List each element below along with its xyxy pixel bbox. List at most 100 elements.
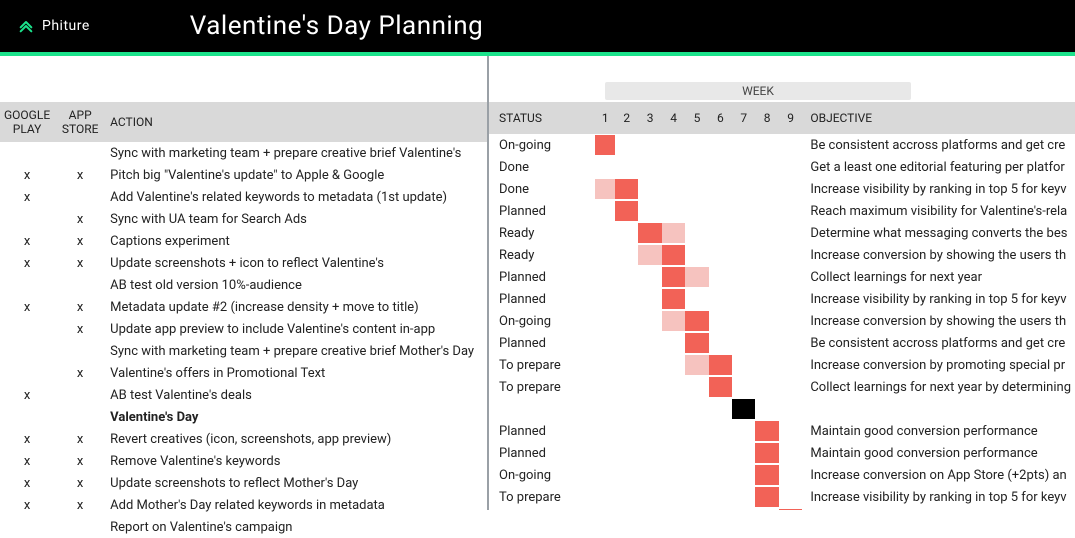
table-row[interactable]: xAB test Valentine's deals [0,384,487,406]
gantt-cell [709,398,732,420]
cell-google-play [0,142,54,164]
gantt-cell [779,376,803,398]
gantt-cell [732,310,755,332]
table-row[interactable]: xxUpdate screenshots + icon to reflect V… [0,252,487,274]
gantt-row[interactable] [489,398,1075,420]
gantt-cell [709,442,732,464]
gantt-cell [732,178,755,200]
gantt-cell [755,486,778,508]
brand-name: Phiture [42,18,90,34]
gantt-cell [709,222,732,244]
col-objective: OBJECTIVE [802,102,1075,134]
gantt-row[interactable]: DoneIncrease visibility by ranking in to… [489,178,1075,200]
table-row[interactable]: xUpdate app preview to include Valentine… [0,318,487,340]
table-row[interactable]: xxRemove Valentine's keywords [0,450,487,472]
gantt-row[interactable]: ReadyDetermine what messaging converts t… [489,222,1075,244]
gantt-cell [709,134,732,156]
cell-google-play: x [0,252,54,274]
gantt-bar [755,487,778,507]
cell-app-store: x [54,494,106,516]
gantt-cell [779,156,803,178]
gantt-row[interactable]: ReadyIncrease conversion by showing the … [489,244,1075,266]
table-row[interactable]: xxCaptions experiment [0,230,487,252]
gantt-cell [685,310,708,332]
gantt-cell [615,442,638,464]
cell-objective: Increase conversion on App Store (+2pts)… [802,464,1075,486]
gantt-cell [615,266,638,288]
gantt-row[interactable]: PlannedCollect learnings for next year [489,266,1075,288]
gantt-row[interactable]: On-goingBe consistent accross platforms … [489,134,1075,156]
gantt-cell [755,376,778,398]
gantt-cell [589,266,615,288]
gantt-row[interactable]: PlannedMaintain good conversion performa… [489,420,1075,442]
cell-google-play: x [0,450,54,472]
cell-action: Metadata update #2 (increase density + m… [106,296,487,318]
table-row[interactable]: Report on Valentine's campaign [0,516,487,538]
week-header: 2 [615,102,638,134]
gantt-row[interactable]: To prepare Increase conversion by promoti… [489,354,1075,376]
table-row[interactable]: xxUpdate screenshots to reflect Mother's… [0,472,487,494]
gantt-cell [615,134,638,156]
table-row[interactable]: AB test old version 10%-audience [0,274,487,296]
cell-objective: Increase conversion by showing the users… [802,310,1075,332]
gantt-cell [638,486,661,508]
cell-app-store: x [54,296,106,318]
gantt-bar [732,399,755,419]
gantt-cell [755,178,778,200]
table-row[interactable]: Sync with marketing team + prepare creat… [0,340,487,362]
gantt-bar [615,179,638,199]
gantt-row[interactable]: PlannedBe consistent accross platforms a… [489,332,1075,354]
gantt-row[interactable]: PlannedEvaluate campaign success, get le… [489,508,1075,510]
gantt-row[interactable]: DoneGet a least one editorial featuring … [489,156,1075,178]
gantt-cell [638,178,661,200]
table-row[interactable]: xxAdd Mother's Day related keywords in m… [0,494,487,516]
gantt-cell [615,376,638,398]
gantt-cell [615,420,638,442]
cell-objective: Maintain good conversion performance [802,442,1075,464]
table-row[interactable]: xxMetadata update #2 (increase density +… [0,296,487,318]
gantt-cell [779,134,803,156]
table-row[interactable]: xAdd Valentine's related keywords to met… [0,186,487,208]
table-row[interactable]: Valentine's Day [0,406,487,428]
cell-objective: Increase conversion by promoting special… [802,354,1075,376]
table-row[interactable]: xxPitch big "Valentine's update" to Appl… [0,164,487,186]
gantt-row[interactable]: On-goingIncrease conversion by showing t… [489,310,1075,332]
gantt-cell [615,464,638,486]
gantt-cell [662,464,685,486]
cell-app-store: x [54,208,106,230]
gantt-row[interactable]: On-goingIncrease conversion on App Store… [489,464,1075,486]
cell-objective: Reach maximum visibility for Valentine's… [802,200,1075,222]
gantt-cell [732,266,755,288]
gantt-row[interactable]: To prepareIncrease visibility by ranking… [489,486,1075,508]
gantt-row[interactable]: To prepareCollect learnings for next yea… [489,376,1075,398]
gantt-bar [685,267,708,287]
gantt-cell [779,222,803,244]
gantt-cell [755,354,778,376]
table-row[interactable]: xSync with UA team for Search Ads [0,208,487,230]
cell-objective: Increase visibility by ranking in top 5 … [802,486,1075,508]
cell-app-store: x [54,472,106,494]
cell-action: Update screenshots to reflect Mother's D… [106,472,487,494]
gantt-bar [662,267,685,287]
gantt-row[interactable]: PlannedIncrease visibility by ranking in… [489,288,1075,310]
cell-google-play: x [0,186,54,208]
gantt-cell [755,288,778,310]
gantt-cell [589,464,615,486]
gantt-cell [662,178,685,200]
cell-status: To prepare [489,354,589,376]
table-row[interactable]: xValentine's offers in Promotional Text [0,362,487,384]
gantt-bar [595,135,615,155]
gantt-cell [755,134,778,156]
week-header: 3 [638,102,661,134]
gantt-cell [732,156,755,178]
gantt-cell [779,288,803,310]
gantt-row[interactable]: PlannedMaintain good conversion performa… [489,442,1075,464]
cell-action: Report on Valentine's campaign [106,516,487,538]
table-row[interactable]: Sync with marketing team + prepare creat… [0,142,487,164]
gantt-cell [589,222,615,244]
gantt-cell [589,376,615,398]
table-row[interactable]: xxRevert creatives (icon, screenshots, a… [0,428,487,450]
gantt-bar [662,245,685,265]
gantt-cell [662,288,685,310]
gantt-row[interactable]: PlannedReach maximum visibility for Vale… [489,200,1075,222]
